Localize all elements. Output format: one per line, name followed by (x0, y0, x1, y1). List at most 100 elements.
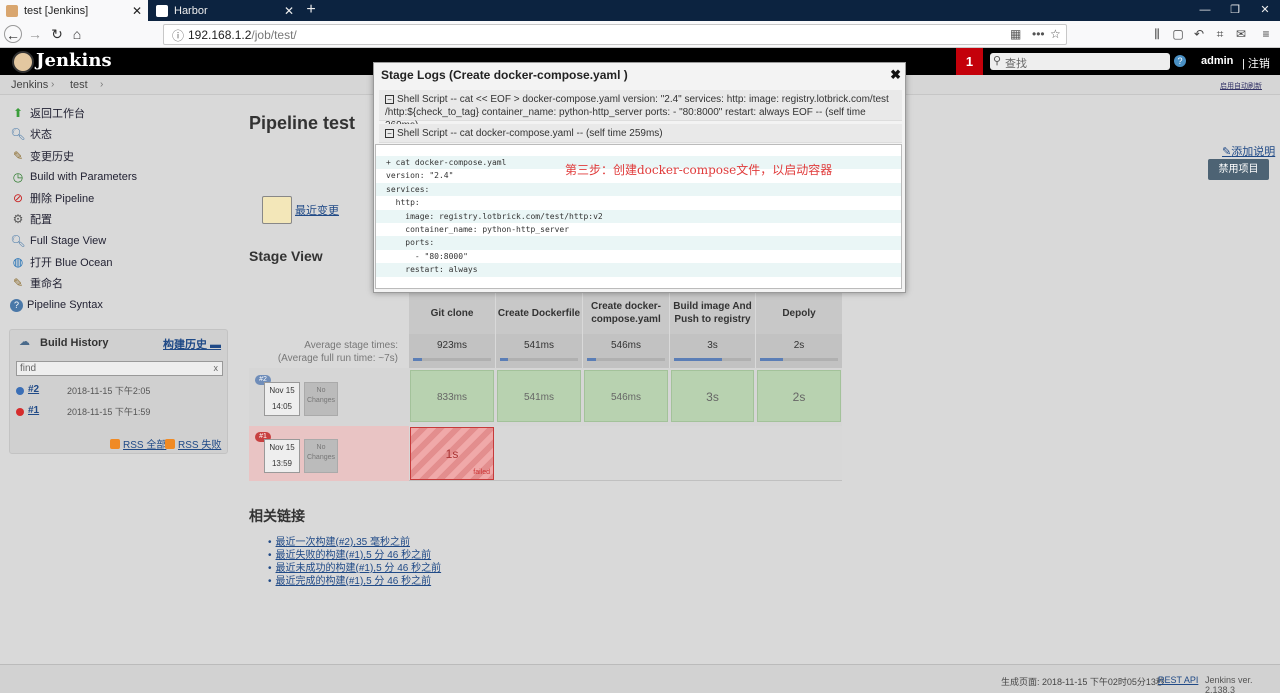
avg-time: 2s (756, 340, 842, 351)
address-bar[interactable]: ⓘ 192.168.1.2/job/test/ ▦ ••• ☆ (163, 24, 1067, 45)
page-actions-icon[interactable]: ••• (1032, 27, 1045, 41)
recent-changes[interactable]: 最近变更 (262, 196, 339, 224)
stage-cell-failed[interactable]: 1s failed (410, 427, 494, 480)
browser-tab-jenkins[interactable]: test [Jenkins] ✕ (0, 0, 148, 21)
user-link[interactable]: admin (1201, 55, 1233, 67)
close-window-icon[interactable]: ✕ (1250, 0, 1280, 21)
stage-duration: 541ms (498, 392, 580, 403)
build-number-link[interactable]: #2 (28, 384, 39, 395)
reload-icon[interactable]: ↻ (48, 25, 66, 43)
back-icon[interactable]: ← (4, 25, 22, 43)
stage-cell-success[interactable]: 546ms (584, 370, 668, 422)
recent-changes-link[interactable]: 最近变更 (295, 202, 339, 218)
rss-all-label: RSS 全部 (123, 436, 166, 451)
sidebar-item-configure[interactable]: ⚙ 配置 (10, 210, 52, 228)
stage-avg-cell: 546ms (583, 334, 669, 368)
add-description-link[interactable]: ✎添加说明 (1222, 143, 1275, 159)
search-input[interactable]: ⚲ 查找 (990, 53, 1170, 70)
sidebar-item-rename[interactable]: ✎ 重命名 (10, 274, 63, 292)
footer: 生成页面: 2018-11-15 下午02时05分13秒 REST API Je… (0, 664, 1280, 693)
bookmark-star-icon[interactable]: ☆ (1050, 27, 1061, 41)
new-tab-button[interactable]: + (303, 0, 319, 21)
sidebar-item-blue-ocean[interactable]: ◍ 打开 Blue Ocean (10, 253, 113, 271)
run-time: 14:05 (265, 402, 299, 411)
jenkins-version[interactable]: Jenkins ver. 2.138.3 (1205, 675, 1280, 693)
cloud-icon: ☁ (19, 335, 30, 348)
library-icon[interactable]: ⫼ (1149, 26, 1165, 42)
stage-cell-success[interactable]: 541ms (497, 370, 581, 422)
stage-cell-success[interactable]: 3s (671, 370, 754, 422)
rss-failed-link[interactable]: RSS 失败 (165, 436, 221, 451)
info-icon[interactable]: ⓘ (172, 27, 184, 44)
browser-tab-harbor[interactable]: Harbor ✕ (150, 0, 300, 21)
qr-code-icon[interactable]: ▦ (1010, 27, 1021, 41)
run-date: Nov 15 (265, 386, 299, 395)
sidebar-item-changes[interactable]: ✎ 变更历史 (10, 147, 74, 165)
auto-refresh-link[interactable]: 启用自动刷新 (1220, 81, 1262, 91)
sidebar-item-build-with-parameters[interactable]: ◷ Build with Parameters (10, 168, 137, 186)
clear-filter-icon[interactable]: x (214, 362, 219, 375)
run-changes: No Changes (304, 382, 338, 416)
logout-link[interactable]: | 注销 (1242, 55, 1270, 71)
forward-icon[interactable]: → (26, 25, 44, 43)
build-row[interactable]: #2 2018-11-15 下午2:05 (10, 382, 227, 400)
browser-tab-bar: test [Jenkins] ✕ Harbor ✕ + — ❐ ✕ (0, 0, 1280, 21)
build-trend-link[interactable]: 构建历史 ▬ (163, 336, 221, 352)
notification-badge[interactable]: 1 (956, 48, 983, 75)
avg-time: 923ms (409, 340, 495, 351)
add-description-label: 添加说明 (1231, 146, 1275, 158)
app-title[interactable]: Jenkins (36, 50, 112, 71)
avg-time: 541ms (496, 340, 582, 351)
related-link[interactable]: 最近完成的构建(#1),5 分 46 秒之前 (276, 576, 432, 587)
build-history-title: Build History (40, 337, 108, 349)
sidebar-item-label: 状态 (30, 126, 52, 142)
close-icon[interactable]: ✕ (132, 4, 142, 18)
avg-progress-bar (587, 358, 665, 361)
breadcrumb-test[interactable]: test (70, 79, 88, 91)
sidebar-item-label: 删除 Pipeline (30, 190, 94, 206)
stage-cell-success[interactable]: 2s (757, 370, 841, 422)
avg-progress-fill (587, 358, 596, 361)
search-icon: 🔍︎ (10, 233, 26, 249)
build-filter-input[interactable]: find x (16, 361, 223, 376)
collapse-icon[interactable]: − (385, 95, 394, 104)
chat-icon[interactable]: ✉ (1233, 26, 1249, 42)
sidebar-icon[interactable]: ▢ (1170, 26, 1186, 42)
run-row-2-meta: #2 Nov 15 14:05 No Changes (249, 368, 409, 426)
sidebar-item-full-stage-view[interactable]: 🔍︎ Full Stage View (10, 232, 106, 250)
breadcrumb-jenkins[interactable]: Jenkins (11, 79, 48, 91)
rss-all-link[interactable]: RSS 全部 (110, 436, 166, 451)
home-icon[interactable]: ⌂ (68, 25, 86, 43)
undo-icon[interactable]: ↶ (1191, 26, 1207, 42)
sidebar-item-label: Pipeline Syntax (27, 299, 103, 311)
menu-icon[interactable]: ≡ (1258, 26, 1274, 42)
avg-progress-fill (413, 358, 422, 361)
close-icon[interactable]: ✖ (890, 67, 901, 83)
screenshot-icon[interactable]: ⌗ (1212, 26, 1228, 42)
help-icon[interactable]: ? (1174, 55, 1186, 67)
avg-progress-bar (760, 358, 838, 361)
jenkins-logo-icon[interactable] (12, 51, 34, 73)
restore-window-icon[interactable]: ❐ (1220, 0, 1250, 21)
disable-project-button[interactable]: 禁用项目 (1208, 159, 1269, 180)
collapse-icon[interactable]: − (385, 129, 394, 138)
search-icon: ⚲ (993, 54, 1001, 67)
build-status-red-icon (16, 408, 24, 416)
gear-icon: ⚙ (10, 211, 26, 227)
sidebar-item-back-dashboard[interactable]: ⬆ 返回工作台 (10, 104, 85, 122)
sidebar-item-status[interactable]: 🔍︎ 状态 (10, 125, 52, 143)
stage-header: Create Dockerfile (496, 292, 582, 334)
build-row[interactable]: #1 2018-11-15 下午1:59 (10, 403, 227, 421)
close-icon[interactable]: ✕ (284, 4, 294, 18)
log-step-header[interactable]: −Shell Script -- cat << EOF > docker-com… (379, 90, 902, 121)
minimize-window-icon[interactable]: — (1190, 0, 1220, 21)
log-line: http: (376, 196, 901, 209)
rest-api-link[interactable]: REST API (1158, 675, 1198, 685)
build-number-link[interactable]: #1 (28, 405, 39, 416)
sidebar-item-pipeline-syntax[interactable]: ? Pipeline Syntax (10, 296, 103, 314)
log-step-header[interactable]: −Shell Script -- cat docker-compose.yaml… (379, 124, 902, 143)
log-line: ports: (376, 236, 901, 249)
log-line: services: (376, 183, 901, 196)
stage-cell-success[interactable]: 833ms (410, 370, 494, 422)
sidebar-item-delete-pipeline[interactable]: ⊘ 删除 Pipeline (10, 189, 94, 207)
